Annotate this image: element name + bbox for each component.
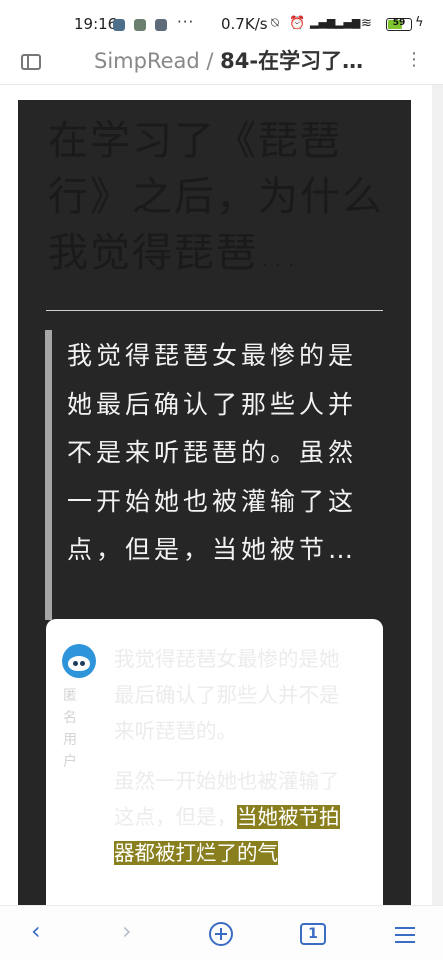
answer-paragraph: 虽然一开始她也被灌输了这点，但是，当她被节拍器都被打烂了的气 xyxy=(114,763,354,871)
app-notification-icon xyxy=(113,19,125,31)
title-separator: / xyxy=(199,49,221,73)
wifi-icon: ≋ xyxy=(361,16,372,31)
menu-icon[interactable] xyxy=(395,927,415,943)
quote-marker xyxy=(45,330,52,620)
page-title: SimpRead / 84-在学习了… xyxy=(94,48,394,74)
article-heading: 在学习了《琵琶行》之后，为什么我觉得琵琶… xyxy=(48,118,384,276)
signal-icon: ▂▄▆ xyxy=(310,16,336,29)
tabs-icon[interactable]: 1 xyxy=(300,923,326,945)
answer-paragraph: 我觉得琵琶女最惨的是她最后确认了那些人并不是来听琵琶的。 xyxy=(114,647,340,743)
net-speed: 0.7K/s xyxy=(221,15,268,33)
charging-icon: ϟ xyxy=(415,15,424,30)
status-time: 19:16 xyxy=(74,15,118,33)
battery-icon: 59 xyxy=(386,18,412,31)
scrollbar[interactable] xyxy=(432,85,443,905)
alarm-icon: ⏰ xyxy=(289,16,306,31)
answer-card[interactable]: 匿名用户 我觉得琵琶女最惨的是她最后确认了那些人并不是来听琵琶的。 虽然一开始她… xyxy=(46,619,383,910)
title-bar: SimpRead / 84-在学习了… ⋮ xyxy=(0,48,443,84)
article-view[interactable]: 在学习了《琵琶行》之后，为什么我觉得琵琶… 我觉得琵琶女最惨的是她最后确认了那些… xyxy=(18,100,411,910)
forward-icon[interactable]: › xyxy=(122,918,132,944)
app-name: SimpRead xyxy=(94,49,200,73)
app-notification-icon xyxy=(155,19,167,31)
sidebar-toggle-icon[interactable] xyxy=(21,54,41,70)
article-quote: 我觉得琵琶女最惨的是她最后确认了那些人并不是来听琵琶的。虽然一开始她也被灌输了这… xyxy=(67,341,358,564)
alarm-off-icon: ⍉ xyxy=(271,16,279,31)
more-vert-icon[interactable]: ⋮ xyxy=(405,48,423,72)
document-title: 84-在学习了… xyxy=(220,49,364,73)
back-icon[interactable]: ‹ xyxy=(31,918,41,944)
heading-divider xyxy=(46,310,383,311)
bottom-nav: ‹ › 1 xyxy=(0,905,443,960)
signal-icon: ▂▄▆ xyxy=(335,16,361,29)
title-divider xyxy=(0,84,443,85)
author-name: 匿名用户 xyxy=(63,688,77,770)
answer-body: 我觉得琵琶女最惨的是她最后确认了那些人并不是来听琵琶的。 虽然一开始她也被灌输了… xyxy=(114,641,354,871)
battery-level: 59 xyxy=(392,18,406,28)
status-bar: 19:16 ··· 0.7K/s ⍉ ⏰ ▂▄▆ ▂▄▆ ≋ 59 ϟ xyxy=(0,0,443,48)
avatar xyxy=(62,644,96,678)
new-tab-icon[interactable] xyxy=(209,922,233,946)
more-notifications-icon: ··· xyxy=(177,13,195,31)
app-notification-icon xyxy=(134,19,146,31)
